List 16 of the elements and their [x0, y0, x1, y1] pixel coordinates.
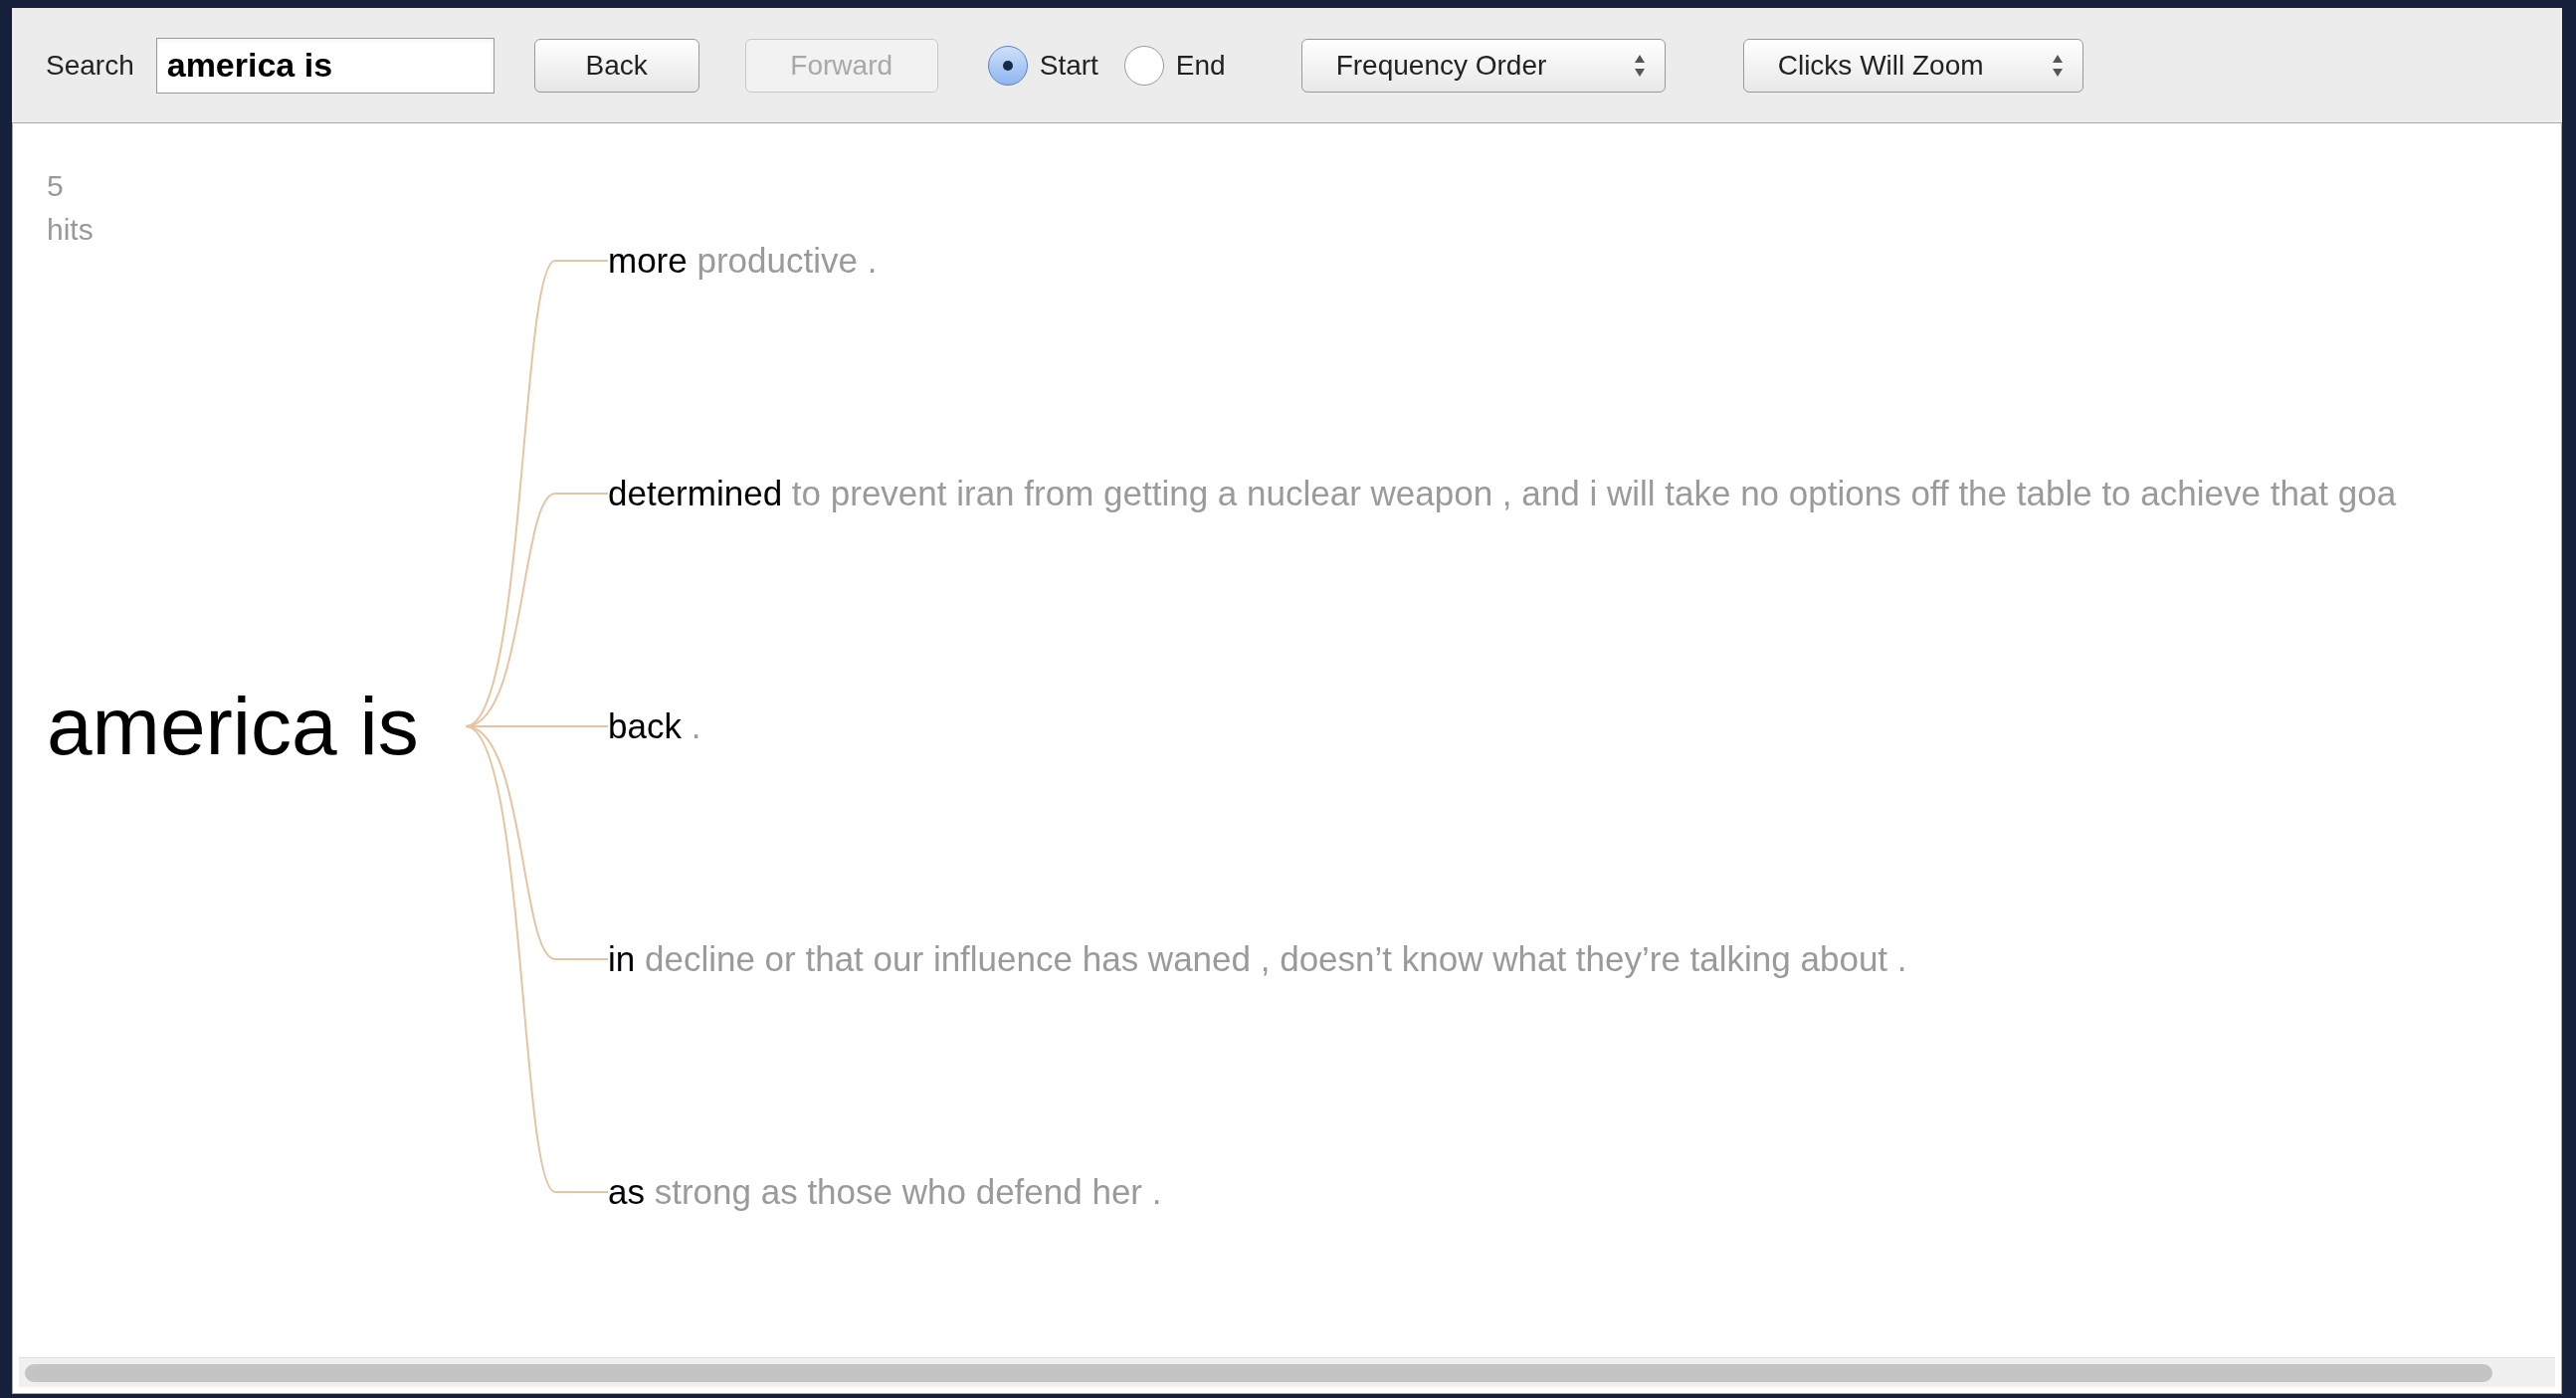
dropdown-select[interactable]: Frequency Order [1300, 38, 1666, 93]
radio-label: Start [1039, 48, 1098, 83]
branch-phrase[interactable]: in decline or that our influence has waned , doesn’t know what they’re talking about . [608, 932, 1907, 986]
dropdown-select[interactable]: Clicks Will Zoom [1742, 38, 2083, 93]
branch-phrase[interactable]: determined to prevent iran from getting a nuclear weapon , and i will take no options off the table to achieve that goa [608, 467, 2397, 520]
radio-label: End [1175, 48, 1226, 83]
back-button[interactable]: Back [533, 38, 699, 93]
hit-label: hits [47, 212, 94, 248]
branch-phrase[interactable]: as strong as those who defend her . [608, 1165, 1162, 1219]
search-label: Search [46, 48, 134, 83]
horizontal-scrollbar[interactable] [19, 1357, 2555, 1387]
root-phrase[interactable]: america is [47, 686, 419, 767]
branch-phrase[interactable]: more productive . [608, 234, 878, 288]
hit-count: 5 [47, 168, 65, 204]
branch-phrase[interactable]: back . [608, 699, 701, 753]
search-field[interactable]: america is [155, 37, 495, 94]
